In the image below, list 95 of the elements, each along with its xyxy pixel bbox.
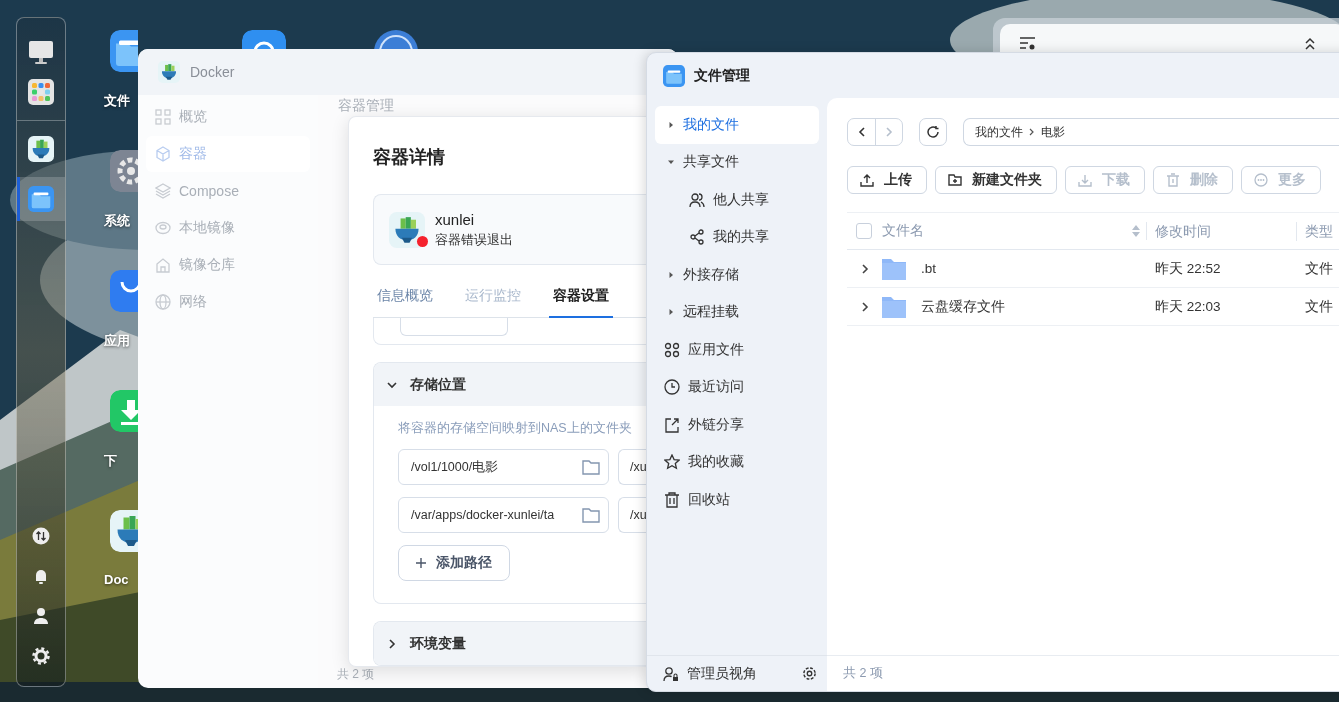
folder-app-icon [663, 64, 685, 87]
dialog-title: 容器详情 [373, 146, 445, 169]
folder-app-icon[interactable] [110, 30, 138, 72]
double-chevron-icon[interactable] [1304, 37, 1316, 51]
folder-icon [881, 256, 907, 281]
file-name[interactable]: 云盘缓存文件 [921, 297, 1005, 316]
table-cell: 文件 [1305, 299, 1333, 314]
user-lock-icon [663, 665, 679, 682]
desktop-icon-label[interactable]: 下 [104, 452, 117, 470]
sidebar-item[interactable]: 最近访问 [655, 368, 819, 406]
window-title: Docker [190, 64, 235, 80]
folder-app-icon [28, 186, 54, 212]
section-title: 环境变量 [410, 634, 466, 653]
refresh-button[interactable] [919, 118, 947, 146]
plus-icon [416, 558, 426, 568]
page-heading: 容器管理 [338, 97, 394, 115]
trash-icon [1166, 173, 1180, 187]
globe-icon [155, 294, 171, 310]
toolbar-button[interactable]: 上传 [847, 166, 927, 194]
monitor-icon[interactable] [28, 39, 54, 65]
sync-app-icon[interactable] [242, 30, 286, 49]
trash-icon [664, 491, 680, 508]
docker-icon [158, 61, 180, 83]
container-icon [389, 211, 425, 248]
item-count: 共 2 项 [337, 666, 375, 683]
settings-icon[interactable] [802, 666, 817, 681]
clock-icon [664, 379, 680, 396]
docker-icon [28, 136, 54, 162]
add-path-button[interactable]: 添加路径 [398, 545, 510, 581]
admin-view-link[interactable]: 管理员视角 [663, 664, 757, 683]
section-header[interactable]: 环境变量 [374, 622, 646, 665]
user-icon[interactable] [32, 607, 50, 625]
container-status: 容器错误退出 [435, 230, 513, 249]
sidebar-item[interactable]: 回收站 [655, 481, 819, 519]
sidebar-item[interactable]: 他人共享 [655, 181, 819, 219]
desktop-icon-label[interactable]: 文件 [104, 92, 130, 110]
section-title: 存储位置 [410, 375, 466, 394]
folder-icon [881, 294, 907, 319]
sidebar-item[interactable]: 外链分享 [655, 406, 819, 444]
container-name: xunlei [435, 210, 476, 228]
table-cell: 文件 [1305, 261, 1333, 276]
host-path-field[interactable]: /vol1/1000/电影 [398, 449, 609, 485]
grid-icon [155, 109, 171, 125]
chevron-icon [1029, 128, 1035, 136]
desktop-icon-label[interactable]: Doc [104, 572, 129, 587]
tree-item[interactable]: 外接存储 [655, 256, 819, 294]
path-bar[interactable]: 我的文件 电影 [963, 118, 1339, 146]
section-description: 将容器的存储空间映射到NAS上的文件夹 [398, 420, 632, 437]
people-icon [689, 191, 705, 208]
store-app-icon[interactable] [110, 270, 138, 312]
host-path-field[interactable]: /var/apps/docker-xunlei/ta [398, 497, 609, 533]
sidebar-item[interactable]: 我的共享 [655, 218, 819, 256]
docker-app-icon[interactable] [110, 510, 138, 552]
tab[interactable]: 容器设置 [549, 287, 613, 318]
settings-app-icon[interactable] [110, 150, 138, 192]
chevron-icon[interactable] [386, 637, 398, 650]
house-icon [155, 257, 171, 273]
caret-icon[interactable] [667, 270, 675, 279]
toolbar-button[interactable]: 新建文件夹 [935, 166, 1057, 194]
transfer-icon[interactable] [32, 527, 50, 545]
table-cell: 昨天 22:52 [1155, 261, 1221, 276]
external-share-icon [664, 416, 680, 433]
cube-icon [155, 146, 171, 162]
sidebar-item[interactable]: 我的收藏 [655, 443, 819, 481]
expand-icon[interactable] [859, 262, 871, 275]
expand-icon[interactable] [859, 300, 871, 313]
download-app-icon[interactable] [110, 390, 138, 432]
refresh-icon [926, 125, 940, 139]
layers-icon [155, 183, 171, 199]
share-icon [689, 229, 705, 246]
download-icon [1078, 173, 1092, 187]
new-folder-icon [948, 173, 962, 187]
tree-item[interactable]: 远程挂载 [655, 293, 819, 331]
breadcrumb[interactable]: 电影 [1041, 123, 1065, 141]
filter-settings-icon[interactable] [1020, 37, 1036, 51]
file-name[interactable]: .bt [921, 261, 936, 276]
desktop-icon-label[interactable]: 系统 [104, 212, 130, 230]
item-count: 共 2 项 [843, 665, 883, 682]
sidebar-item[interactable]: 应用文件 [655, 331, 819, 369]
more-icon [1254, 173, 1268, 187]
breadcrumb[interactable]: 我的文件 [975, 123, 1023, 141]
upload-icon [860, 173, 874, 187]
app-grid-icon[interactable] [28, 79, 54, 105]
caret-icon[interactable] [667, 120, 675, 129]
table-cell: 昨天 22:03 [1155, 299, 1221, 314]
apps-icon [664, 341, 680, 358]
section-header[interactable]: 存储位置 [374, 363, 646, 406]
tree-item[interactable]: 共享文件 [655, 143, 819, 181]
star-icon [664, 454, 680, 471]
disc-icon [155, 220, 171, 236]
tree-item[interactable]: 我的文件 [655, 106, 819, 144]
select-all-checkbox[interactable] [856, 223, 872, 239]
window-title: 文件管理 [694, 66, 750, 85]
caret-icon[interactable] [667, 308, 675, 317]
tab[interactable]: 信息概览 [373, 287, 437, 318]
